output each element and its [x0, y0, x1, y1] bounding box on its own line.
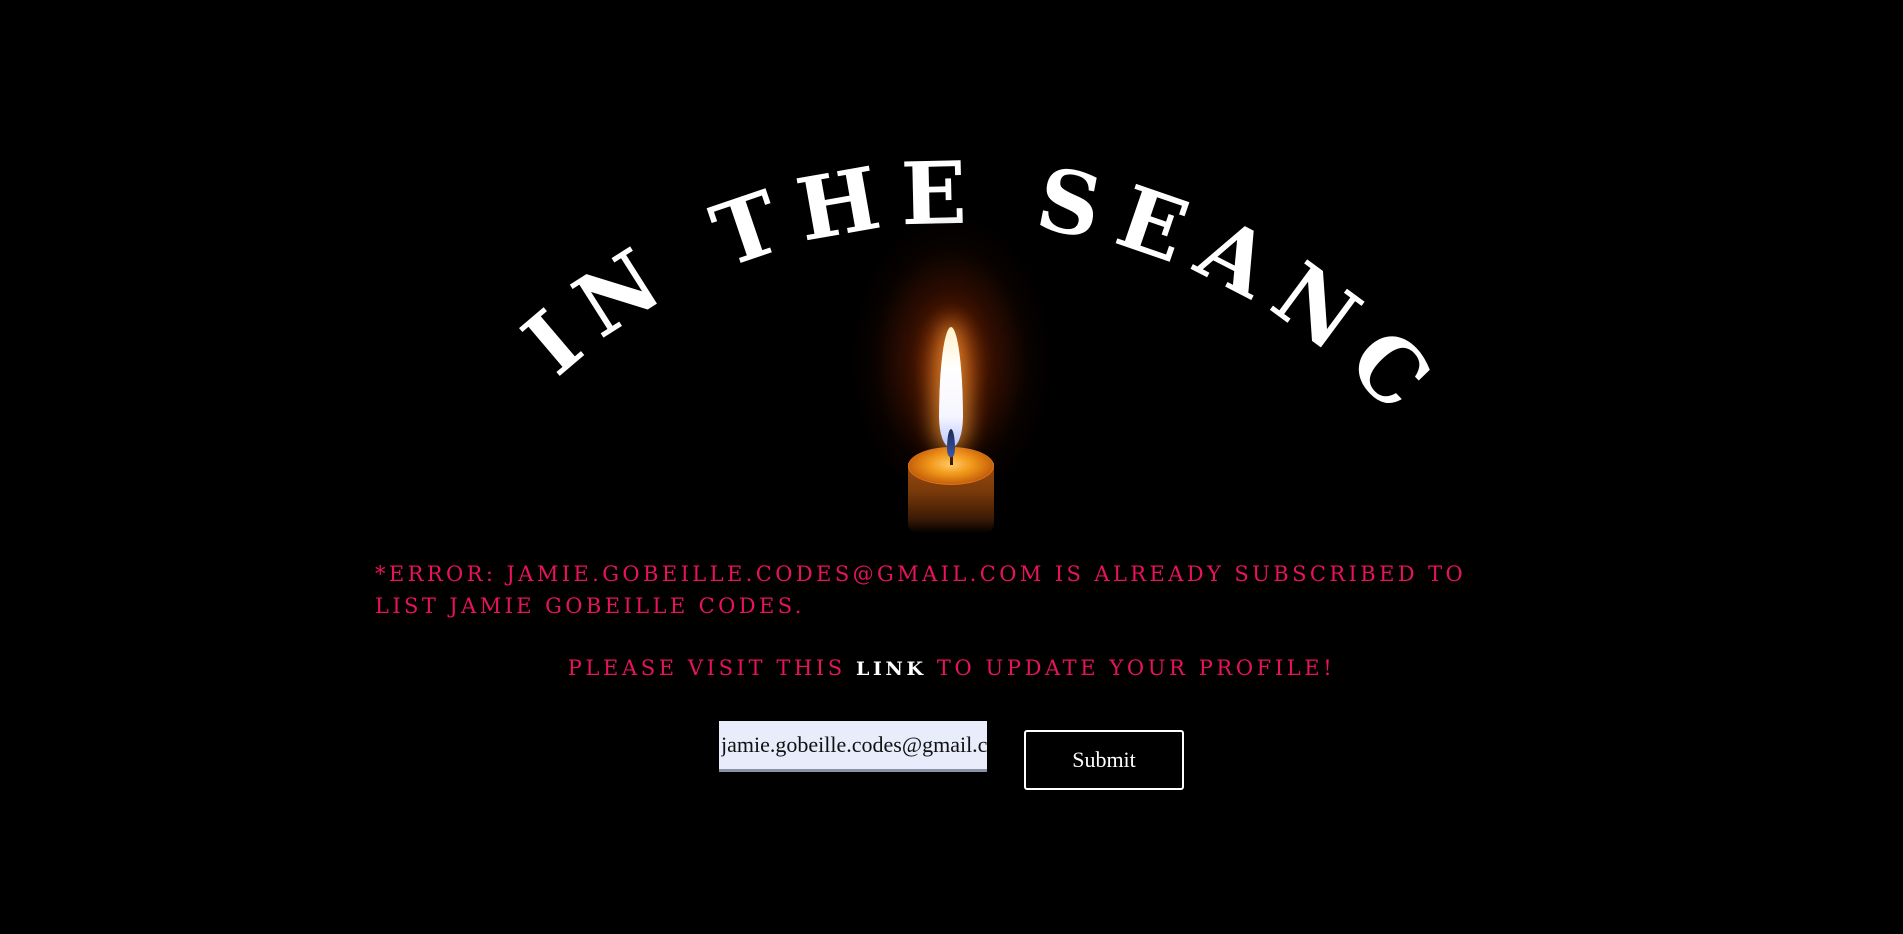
error-message: *Error: jamie.gobeille.codes@gmail.com i… — [375, 562, 1467, 618]
page-title-text: JOIN THE SEANCE — [0, 0, 1447, 445]
page-title: JOIN THE SEANCE — [0, 0, 1462, 442]
update-profile-link[interactable]: link — [856, 658, 927, 680]
email-input[interactable] — [719, 721, 987, 772]
visit-prefix: Please visit this — [567, 656, 846, 680]
profile-update-message: Please visit this link to update your pr… — [0, 656, 1903, 680]
visit-suffix: to update your profile! — [936, 656, 1336, 680]
candle-icon — [851, 215, 1051, 535]
submit-button[interactable]: Submit — [1024, 730, 1184, 790]
